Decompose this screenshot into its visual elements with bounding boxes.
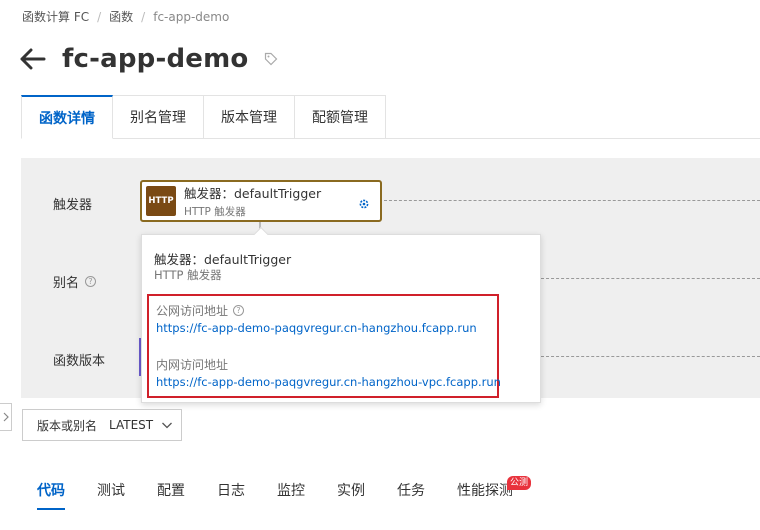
page-title: fc-app-demo <box>62 44 249 74</box>
help-icon[interactable]: ? <box>233 305 245 316</box>
back-arrow-icon[interactable] <box>20 45 48 73</box>
subtab-monitoring[interactable]: 监控 <box>261 470 321 510</box>
gear-icon[interactable] <box>358 195 370 214</box>
tab-alias-management[interactable]: 别名管理 <box>113 95 204 139</box>
row-label-alias-text: 别名 <box>53 276 80 291</box>
popover-trigger-type: HTTP 触发器 <box>154 268 222 282</box>
subtab-config-label: 配置 <box>157 483 185 499</box>
subtab-code[interactable]: 代码 <box>21 470 81 510</box>
chevron-down-icon <box>161 419 173 434</box>
version-select-label: 版本或别名 <box>37 418 98 433</box>
version-select-value: LATEST <box>109 418 154 432</box>
subtab-monitoring-label: 监控 <box>277 483 305 499</box>
tag-icon[interactable] <box>264 52 278 66</box>
breadcrumb: 函数计算 FC / 函数 / fc-app-demo <box>22 8 229 25</box>
code-subtabs: 代码 测试 配置 日志 监控 实例 任务 性能探测 公测 <box>21 470 531 510</box>
subtab-performance-probe-label: 性能探测 <box>457 483 513 499</box>
subtab-instances-label: 实例 <box>337 483 365 499</box>
subtab-config[interactable]: 配置 <box>141 470 201 510</box>
row-label-trigger-text: 触发器 <box>53 198 93 213</box>
row-label-alias: 别名 ? <box>53 272 97 291</box>
breadcrumb-separator: / <box>141 9 146 24</box>
alias-connector-line <box>541 278 760 279</box>
help-icon[interactable]: ? <box>85 276 97 287</box>
page: 函数计算 FC / 函数 / fc-app-demo fc-app-demo 函… <box>0 0 760 530</box>
tab-quota-management[interactable]: 配额管理 <box>295 95 386 139</box>
title-row: fc-app-demo <box>20 44 278 74</box>
url-highlight-box: 公网访问地址 ? https://fc-app-demo-paqgvregur.… <box>147 294 501 398</box>
subtab-performance-probe[interactable]: 性能探测 公测 <box>441 470 531 510</box>
public-url-label: 公网访问地址 ? <box>156 302 245 319</box>
popover-trigger-name: 触发器：defaultTrigger <box>154 252 292 267</box>
subtab-tasks[interactable]: 任务 <box>381 470 441 510</box>
row-label-version-text: 函数版本 <box>53 354 106 369</box>
tab-version-management[interactable]: 版本管理 <box>204 95 295 139</box>
row-label-version: 函数版本 <box>53 350 105 369</box>
subtab-test[interactable]: 测试 <box>81 470 141 510</box>
subtab-logs[interactable]: 日志 <box>201 470 261 510</box>
trigger-node-name: 触发器：defaultTrigger <box>184 186 322 201</box>
subtab-code-label: 代码 <box>37 483 65 499</box>
version-connector-line <box>541 356 760 357</box>
row-label-trigger: 触发器 <box>53 194 92 213</box>
breadcrumb-separator: / <box>97 9 102 24</box>
internal-url-label: 内网访问地址 <box>156 356 228 373</box>
public-url-link[interactable]: https://fc-app-demo-paqgvregur.cn-hangzh… <box>156 321 477 335</box>
trigger-node-text: 触发器：defaultTrigger HTTP 触发器 <box>184 183 321 219</box>
subtab-logs-label: 日志 <box>217 483 245 499</box>
trigger-popover: 触发器：defaultTrigger HTTP 触发器 公网访问地址 ? htt… <box>141 226 541 403</box>
detail-tabs: 函数详情 别名管理 版本管理 配额管理 <box>21 95 386 139</box>
subtab-tasks-label: 任务 <box>397 483 425 499</box>
subtab-instances[interactable]: 实例 <box>321 470 381 510</box>
internal-url-label-text: 内网访问地址 <box>156 358 229 372</box>
subtab-test-label: 测试 <box>97 483 125 499</box>
public-url-label-text: 公网访问地址 <box>156 304 229 318</box>
trigger-node-type: HTTP 触发器 <box>184 206 246 218</box>
internal-url-link[interactable]: https://fc-app-demo-paqgvregur.cn-hangzh… <box>156 375 501 389</box>
breadcrumb-root[interactable]: 函数计算 FC <box>22 8 89 25</box>
sidebar-expand-handle[interactable] <box>0 403 12 431</box>
version-alias-select[interactable]: 版本或别名 LATEST <box>22 409 182 441</box>
trigger-connector-line <box>384 200 760 201</box>
breadcrumb-functions[interactable]: 函数 <box>109 8 133 25</box>
http-badge-icon: HTTP <box>146 186 176 216</box>
tabs-divider <box>378 138 760 139</box>
beta-badge: 公测 <box>506 476 531 490</box>
tab-function-details[interactable]: 函数详情 <box>21 95 113 139</box>
trigger-node[interactable]: HTTP 触发器：defaultTrigger HTTP 触发器 <box>140 180 382 222</box>
breadcrumb-current: fc-app-demo <box>153 9 230 24</box>
